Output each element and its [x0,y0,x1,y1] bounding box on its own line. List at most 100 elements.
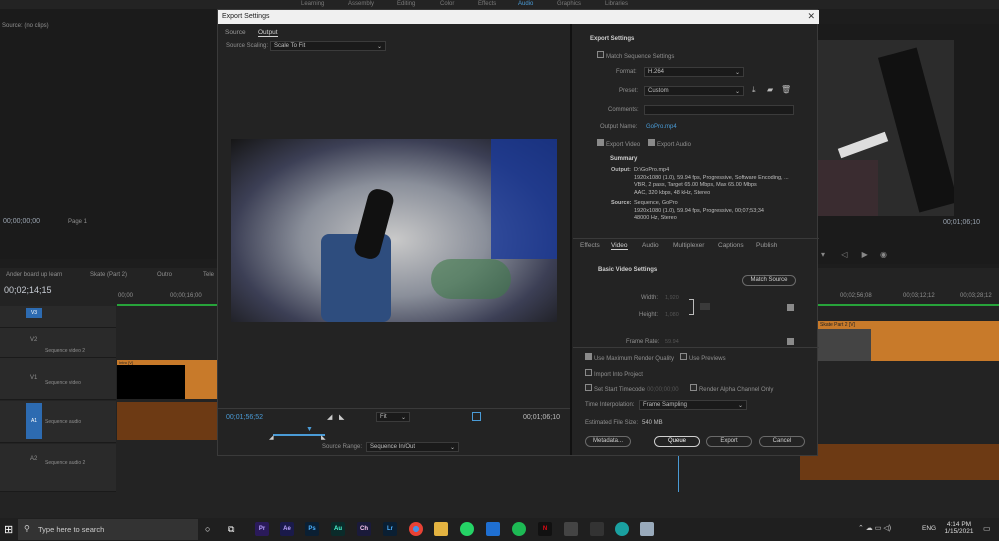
tab-graphics[interactable]: Graphics [557,1,581,7]
zoom-dropdown[interactable]: Fit ⌄ [376,412,410,422]
app-icon[interactable] [590,522,604,536]
lightroom-icon[interactable]: Lr [383,522,397,536]
trash-icon[interactable]: 🗑 [781,85,791,94]
chain-link-icon[interactable] [700,303,710,310]
start-tc-value[interactable]: 00;00;00;00 [647,387,679,393]
aftereffects-icon[interactable]: Ae [280,522,294,536]
spotify-icon[interactable] [512,522,526,536]
comments-input[interactable] [644,105,794,115]
tray-icons[interactable]: ⌃ ☁ ▭ ◁) [858,524,891,532]
subtab-audio[interactable]: Audio [642,242,659,249]
clip-skate[interactable]: Skate Part 2 [V] [818,321,999,361]
framerate-match-checkbox[interactable] [787,338,794,345]
task-view-icon[interactable]: ⧉ [228,524,234,535]
clock[interactable]: 4:14 PM 1/15/2021 [941,521,977,535]
tab-effects[interactable]: Effects [478,1,496,7]
subtab-publish[interactable]: Publish [756,242,777,249]
tab-output[interactable]: Output [258,29,278,37]
photoshop-icon[interactable]: Ps [305,522,319,536]
width-value[interactable]: 1,920 [665,295,679,301]
cortana-icon[interactable]: ○ [205,524,210,534]
output-name-link[interactable]: GoPro.mp4 [646,124,677,130]
timeline-tab-1[interactable]: Ander board up learn [6,272,62,278]
tab-assembly[interactable]: Assembly [348,1,374,7]
framerate-value[interactable]: 59.94 [665,339,679,345]
source-scaling-dropdown[interactable]: Scale To Fit ⌄ [270,41,386,51]
import-preset-icon[interactable]: ▰ [767,85,773,94]
track-id[interactable]: A1 [26,403,42,439]
store-icon[interactable] [564,522,578,536]
track-id[interactable]: A2 [30,456,37,462]
subtab-effects[interactable]: Effects [580,242,600,249]
program-preview-image [818,40,954,216]
time-interp-dropdown[interactable]: Frame Sampling ⌄ [639,400,747,410]
metadata-button[interactable]: Metadata... [585,436,631,447]
export-settings-header: Export Settings [590,36,635,42]
tab-audio[interactable]: Audio [518,1,533,7]
track-id[interactable]: V2 [30,337,37,343]
set-out-icon[interactable]: ◣ [339,413,344,421]
netflix-icon[interactable]: N [538,522,552,536]
timeline-tab-4[interactable]: Tele [203,272,214,278]
render-alpha-checkbox[interactable] [690,384,697,391]
track-id[interactable]: V1 [30,375,37,381]
notification-icon[interactable]: ▭ [983,524,991,533]
export-video-checkbox[interactable] [597,139,604,146]
tab-libraries[interactable]: Libraries [605,1,628,7]
range-out-handle[interactable]: ◣ [321,434,326,441]
playhead-icon[interactable]: ▼ [306,426,313,433]
app-icon[interactable] [615,522,629,536]
export-button[interactable]: Export [706,436,752,447]
height-value[interactable]: 1,080 [665,312,679,318]
range-in-handle[interactable]: ◢ [269,434,274,441]
language-indicator[interactable]: ENG [922,525,936,532]
whatsapp-icon[interactable] [460,522,474,536]
preset-dropdown[interactable]: Custom ⌄ [644,86,744,96]
subtab-video[interactable]: Video [611,242,628,250]
app-icon[interactable] [640,522,654,536]
audition-icon[interactable]: Au [331,522,345,536]
step-back-icon[interactable]: ▾ [821,250,825,259]
track-id[interactable]: V3 [26,308,42,318]
aspect-toggle-icon[interactable] [472,412,481,421]
save-preset-icon[interactable]: ⤓ [752,85,756,95]
timeline-tab-3[interactable]: Outro [157,272,172,278]
start-tc-checkbox[interactable] [585,384,592,391]
clip-thumbnail [818,329,871,361]
timeline-tab-2[interactable]: Skate (Part 2) [90,272,127,278]
subtab-multiplexer[interactable]: Multiplexer [673,242,704,249]
set-in-icon[interactable]: ◢ [327,413,332,421]
taskbar-search-box[interactable]: ⚲ Type here to search [18,519,198,540]
tab-color[interactable]: Color [440,1,454,7]
use-previews-checkbox[interactable] [680,353,687,360]
chrome-icon[interactable] [409,522,423,536]
clip-segment[interactable] [185,360,217,399]
page-indicator[interactable]: Page 1 [68,219,87,225]
file-explorer-icon[interactable] [434,522,448,536]
audio-clip-a2[interactable] [800,444,999,480]
subtab-captions[interactable]: Captions [718,242,744,249]
match-source-button[interactable]: Match Source [742,275,796,286]
audio-clip-a1[interactable] [117,402,217,440]
character-animator-icon[interactable]: Ch [357,522,371,536]
close-icon[interactable]: ✕ [807,11,815,22]
tab-learning[interactable]: Learning [301,1,324,7]
import-project-checkbox[interactable] [585,369,592,376]
max-render-checkbox[interactable] [585,353,592,360]
range-slider[interactable] [273,434,325,436]
source-range-dropdown[interactable]: Sequence In/Out ⌄ [366,442,459,452]
queue-button[interactable]: Queue [654,436,700,447]
play-icon[interactable]: ◁ [841,250,847,259]
cancel-button[interactable]: Cancel [759,436,805,447]
match-seq-checkbox[interactable] [597,51,604,58]
camera-icon[interactable]: ◉ [880,250,887,259]
tab-source[interactable]: Source [225,29,246,36]
mail-icon[interactable] [486,522,500,536]
tab-editing[interactable]: Editing [397,1,415,7]
format-dropdown[interactable]: H.264 ⌄ [644,67,744,77]
premiere-icon[interactable]: Pr [255,522,269,536]
windows-start-icon[interactable]: ⊞ [4,523,13,536]
play-forward-icon[interactable]: ▶ [862,250,868,259]
size-match-checkbox[interactable] [787,304,794,311]
export-audio-checkbox[interactable] [648,139,655,146]
